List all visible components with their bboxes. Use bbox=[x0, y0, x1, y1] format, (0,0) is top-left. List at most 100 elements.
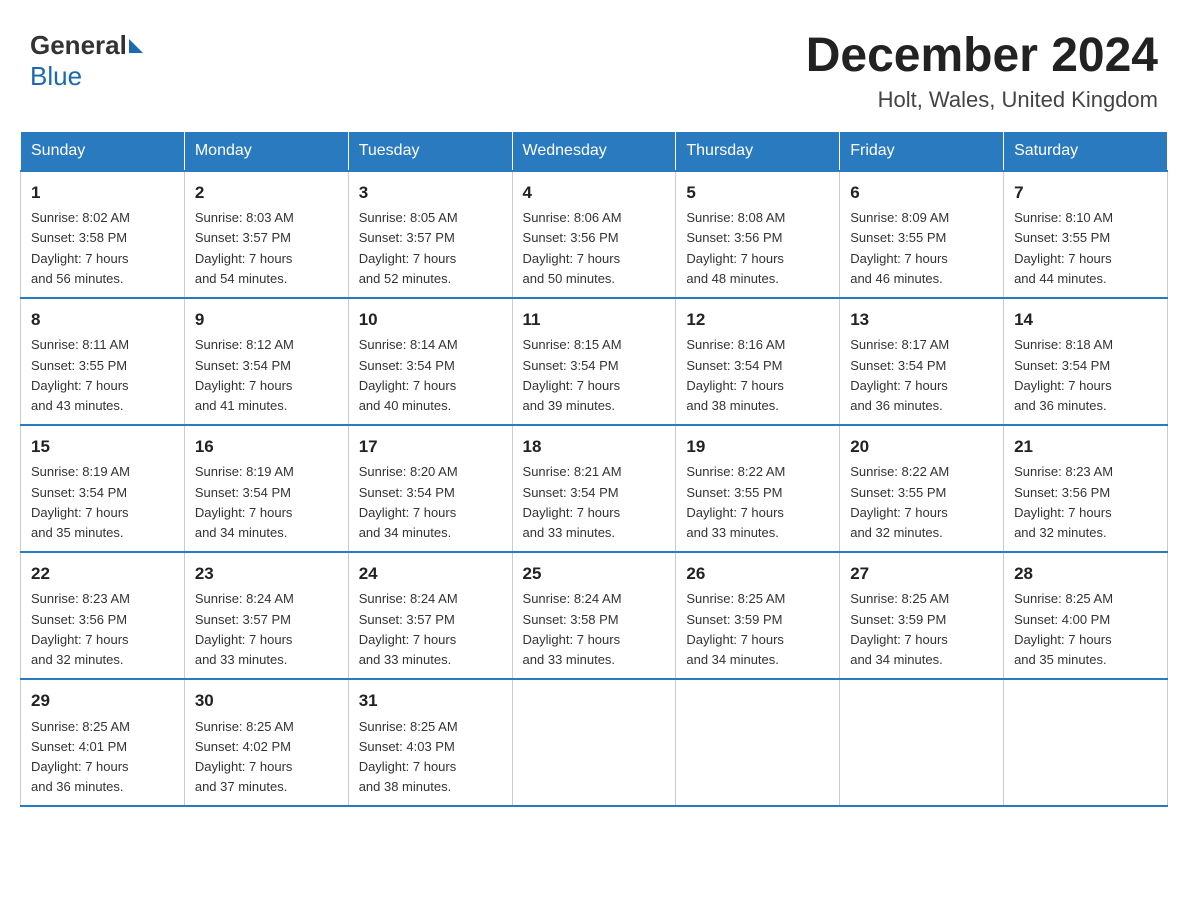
day-header-thursday: Thursday bbox=[676, 131, 840, 171]
calendar-cell: 11Sunrise: 8:15 AM Sunset: 3:54 PM Dayli… bbox=[512, 298, 676, 425]
day-info: Sunrise: 8:25 AM Sunset: 4:03 PM Dayligh… bbox=[359, 717, 502, 798]
day-info: Sunrise: 8:24 AM Sunset: 3:57 PM Dayligh… bbox=[359, 589, 502, 670]
calendar-week-row: 8Sunrise: 8:11 AM Sunset: 3:55 PM Daylig… bbox=[21, 298, 1168, 425]
calendar-cell: 21Sunrise: 8:23 AM Sunset: 3:56 PM Dayli… bbox=[1004, 425, 1168, 552]
calendar-table: SundayMondayTuesdayWednesdayThursdayFrid… bbox=[20, 131, 1168, 807]
day-info: Sunrise: 8:14 AM Sunset: 3:54 PM Dayligh… bbox=[359, 335, 502, 416]
day-info: Sunrise: 8:25 AM Sunset: 3:59 PM Dayligh… bbox=[686, 589, 829, 670]
day-info: Sunrise: 8:21 AM Sunset: 3:54 PM Dayligh… bbox=[523, 462, 666, 543]
calendar-week-row: 22Sunrise: 8:23 AM Sunset: 3:56 PM Dayli… bbox=[21, 552, 1168, 679]
day-info: Sunrise: 8:05 AM Sunset: 3:57 PM Dayligh… bbox=[359, 208, 502, 289]
day-header-sunday: Sunday bbox=[21, 131, 185, 171]
day-info: Sunrise: 8:18 AM Sunset: 3:54 PM Dayligh… bbox=[1014, 335, 1157, 416]
calendar-title: December 2024 bbox=[806, 30, 1158, 83]
calendar-week-row: 15Sunrise: 8:19 AM Sunset: 3:54 PM Dayli… bbox=[21, 425, 1168, 552]
day-header-saturday: Saturday bbox=[1004, 131, 1168, 171]
calendar-cell: 23Sunrise: 8:24 AM Sunset: 3:57 PM Dayli… bbox=[184, 552, 348, 679]
calendar-cell: 17Sunrise: 8:20 AM Sunset: 3:54 PM Dayli… bbox=[348, 425, 512, 552]
day-info: Sunrise: 8:23 AM Sunset: 3:56 PM Dayligh… bbox=[1014, 462, 1157, 543]
day-info: Sunrise: 8:10 AM Sunset: 3:55 PM Dayligh… bbox=[1014, 208, 1157, 289]
calendar-cell bbox=[840, 679, 1004, 806]
day-number: 1 bbox=[31, 180, 174, 206]
day-info: Sunrise: 8:06 AM Sunset: 3:56 PM Dayligh… bbox=[523, 208, 666, 289]
calendar-cell: 18Sunrise: 8:21 AM Sunset: 3:54 PM Dayli… bbox=[512, 425, 676, 552]
calendar-cell: 3Sunrise: 8:05 AM Sunset: 3:57 PM Daylig… bbox=[348, 171, 512, 298]
day-info: Sunrise: 8:03 AM Sunset: 3:57 PM Dayligh… bbox=[195, 208, 338, 289]
day-info: Sunrise: 8:11 AM Sunset: 3:55 PM Dayligh… bbox=[31, 335, 174, 416]
day-number: 6 bbox=[850, 180, 993, 206]
calendar-cell bbox=[676, 679, 840, 806]
calendar-cell: 5Sunrise: 8:08 AM Sunset: 3:56 PM Daylig… bbox=[676, 171, 840, 298]
calendar-subtitle: Holt, Wales, United Kingdom bbox=[806, 87, 1158, 113]
day-info: Sunrise: 8:02 AM Sunset: 3:58 PM Dayligh… bbox=[31, 208, 174, 289]
day-header-wednesday: Wednesday bbox=[512, 131, 676, 171]
calendar-cell: 29Sunrise: 8:25 AM Sunset: 4:01 PM Dayli… bbox=[21, 679, 185, 806]
day-number: 10 bbox=[359, 307, 502, 333]
day-number: 27 bbox=[850, 561, 993, 587]
day-number: 2 bbox=[195, 180, 338, 206]
title-section: December 2024 Holt, Wales, United Kingdo… bbox=[806, 30, 1158, 113]
calendar-header-row: SundayMondayTuesdayWednesdayThursdayFrid… bbox=[21, 131, 1168, 171]
calendar-cell: 9Sunrise: 8:12 AM Sunset: 3:54 PM Daylig… bbox=[184, 298, 348, 425]
calendar-cell: 30Sunrise: 8:25 AM Sunset: 4:02 PM Dayli… bbox=[184, 679, 348, 806]
day-number: 18 bbox=[523, 434, 666, 460]
day-number: 31 bbox=[359, 688, 502, 714]
day-number: 4 bbox=[523, 180, 666, 206]
calendar-cell: 16Sunrise: 8:19 AM Sunset: 3:54 PM Dayli… bbox=[184, 425, 348, 552]
day-info: Sunrise: 8:25 AM Sunset: 3:59 PM Dayligh… bbox=[850, 589, 993, 670]
day-number: 11 bbox=[523, 307, 666, 333]
calendar-cell: 13Sunrise: 8:17 AM Sunset: 3:54 PM Dayli… bbox=[840, 298, 1004, 425]
day-info: Sunrise: 8:25 AM Sunset: 4:00 PM Dayligh… bbox=[1014, 589, 1157, 670]
day-number: 23 bbox=[195, 561, 338, 587]
day-number: 13 bbox=[850, 307, 993, 333]
logo-arrow-icon bbox=[129, 39, 143, 53]
calendar-cell: 19Sunrise: 8:22 AM Sunset: 3:55 PM Dayli… bbox=[676, 425, 840, 552]
day-header-tuesday: Tuesday bbox=[348, 131, 512, 171]
calendar-week-row: 29Sunrise: 8:25 AM Sunset: 4:01 PM Dayli… bbox=[21, 679, 1168, 806]
day-number: 17 bbox=[359, 434, 502, 460]
day-info: Sunrise: 8:22 AM Sunset: 3:55 PM Dayligh… bbox=[850, 462, 993, 543]
calendar-cell: 1Sunrise: 8:02 AM Sunset: 3:58 PM Daylig… bbox=[21, 171, 185, 298]
day-info: Sunrise: 8:19 AM Sunset: 3:54 PM Dayligh… bbox=[195, 462, 338, 543]
day-number: 22 bbox=[31, 561, 174, 587]
day-info: Sunrise: 8:12 AM Sunset: 3:54 PM Dayligh… bbox=[195, 335, 338, 416]
day-info: Sunrise: 8:20 AM Sunset: 3:54 PM Dayligh… bbox=[359, 462, 502, 543]
calendar-cell: 25Sunrise: 8:24 AM Sunset: 3:58 PM Dayli… bbox=[512, 552, 676, 679]
calendar-cell: 20Sunrise: 8:22 AM Sunset: 3:55 PM Dayli… bbox=[840, 425, 1004, 552]
day-info: Sunrise: 8:22 AM Sunset: 3:55 PM Dayligh… bbox=[686, 462, 829, 543]
calendar-cell: 27Sunrise: 8:25 AM Sunset: 3:59 PM Dayli… bbox=[840, 552, 1004, 679]
day-info: Sunrise: 8:08 AM Sunset: 3:56 PM Dayligh… bbox=[686, 208, 829, 289]
day-number: 12 bbox=[686, 307, 829, 333]
day-number: 20 bbox=[850, 434, 993, 460]
calendar-cell: 31 Sunrise: 8:25 AM Sunset: 4:03 PM Dayli… bbox=[348, 679, 512, 806]
day-header-friday: Friday bbox=[840, 131, 1004, 171]
logo: General Blue bbox=[30, 30, 145, 92]
day-info: Sunrise: 8:24 AM Sunset: 3:58 PM Dayligh… bbox=[523, 589, 666, 670]
calendar-cell: 4Sunrise: 8:06 AM Sunset: 3:56 PM Daylig… bbox=[512, 171, 676, 298]
day-number: 28 bbox=[1014, 561, 1157, 587]
day-info: Sunrise: 8:25 AM Sunset: 4:02 PM Dayligh… bbox=[195, 717, 338, 798]
calendar-cell: 15Sunrise: 8:19 AM Sunset: 3:54 PM Dayli… bbox=[21, 425, 185, 552]
calendar-cell bbox=[512, 679, 676, 806]
calendar-cell: 6Sunrise: 8:09 AM Sunset: 3:55 PM Daylig… bbox=[840, 171, 1004, 298]
day-number: 24 bbox=[359, 561, 502, 587]
calendar-cell: 12Sunrise: 8:16 AM Sunset: 3:54 PM Dayli… bbox=[676, 298, 840, 425]
day-info: Sunrise: 8:09 AM Sunset: 3:55 PM Dayligh… bbox=[850, 208, 993, 289]
day-number: 25 bbox=[523, 561, 666, 587]
day-header-monday: Monday bbox=[184, 131, 348, 171]
calendar-cell: 26Sunrise: 8:25 AM Sunset: 3:59 PM Dayli… bbox=[676, 552, 840, 679]
day-number: 3 bbox=[359, 180, 502, 206]
calendar-cell: 7Sunrise: 8:10 AM Sunset: 3:55 PM Daylig… bbox=[1004, 171, 1168, 298]
day-info: Sunrise: 8:17 AM Sunset: 3:54 PM Dayligh… bbox=[850, 335, 993, 416]
day-info: Sunrise: 8:15 AM Sunset: 3:54 PM Dayligh… bbox=[523, 335, 666, 416]
day-info: Sunrise: 8:19 AM Sunset: 3:54 PM Dayligh… bbox=[31, 462, 174, 543]
day-info: Sunrise: 8:24 AM Sunset: 3:57 PM Dayligh… bbox=[195, 589, 338, 670]
calendar-cell: 2Sunrise: 8:03 AM Sunset: 3:57 PM Daylig… bbox=[184, 171, 348, 298]
day-number: 8 bbox=[31, 307, 174, 333]
day-number: 7 bbox=[1014, 180, 1157, 206]
day-number: 21 bbox=[1014, 434, 1157, 460]
calendar-cell: 8Sunrise: 8:11 AM Sunset: 3:55 PM Daylig… bbox=[21, 298, 185, 425]
day-number: 5 bbox=[686, 180, 829, 206]
calendar-cell: 14Sunrise: 8:18 AM Sunset: 3:54 PM Dayli… bbox=[1004, 298, 1168, 425]
day-number: 14 bbox=[1014, 307, 1157, 333]
